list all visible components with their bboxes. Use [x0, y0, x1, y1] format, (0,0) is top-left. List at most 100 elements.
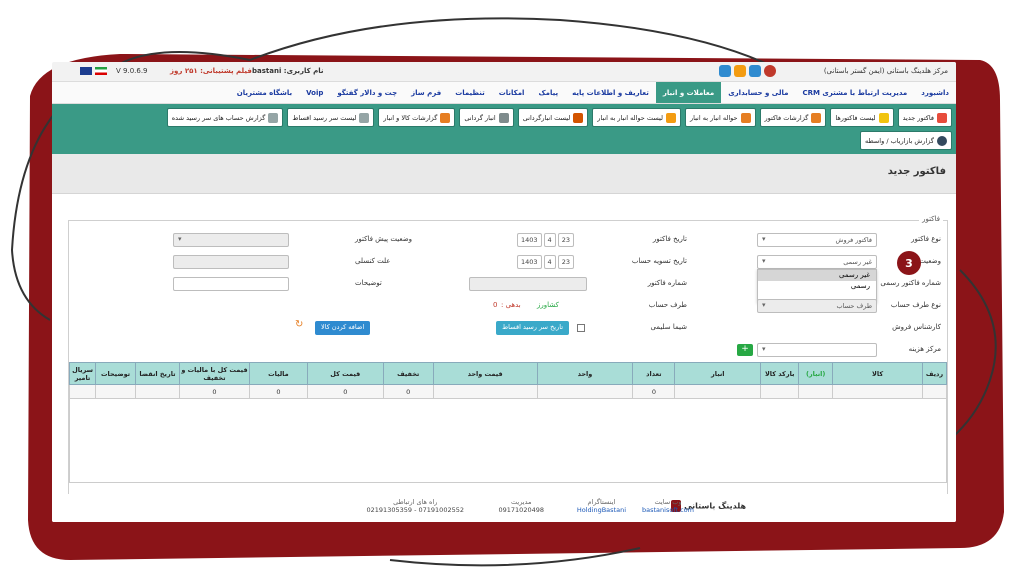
date-day[interactable]: 23 — [557, 233, 574, 247]
menu-voip[interactable]: Voip — [299, 82, 330, 103]
table-empty-area — [69, 398, 947, 483]
menu-dashboard[interactable]: داشبورد — [914, 82, 956, 103]
transfer-icon — [740, 112, 751, 123]
col-tax: مالیات — [248, 362, 308, 385]
installment-date-button[interactable]: تاریخ سر رسید اقساط — [496, 321, 569, 335]
menu-crm[interactable]: مدیریت ارتباط با مشتری CRM — [795, 82, 914, 103]
settle-date[interactable]: 1403 4 23 — [517, 255, 574, 269]
app-window: مرکز هلدینگ باستانی (ایمن گستر باستانی) … — [52, 62, 956, 522]
debt-label: بدهی : — [501, 301, 521, 309]
col-description: توضیحات — [95, 362, 137, 385]
box-icon — [573, 112, 584, 123]
language-flags[interactable] — [80, 67, 107, 75]
notification-icon[interactable] — [719, 65, 731, 77]
support-days[interactable]: فیلم پشتیبانی: ۲۵۱ روز — [170, 67, 252, 75]
col-quantity: تعداد — [632, 362, 676, 385]
tb-invoice-reports[interactable]: گزارشات فاکتور — [759, 108, 827, 127]
label-cost-center: مرکز هزینه — [908, 345, 941, 353]
total-tax: 0 — [248, 384, 308, 399]
label-cancel-reason: علت کنسلی — [355, 257, 391, 265]
inventory-icon — [498, 112, 509, 123]
col-barcode: بارکد کالا — [760, 362, 800, 385]
menu-trade-warehouse[interactable]: معاملات و انبار — [655, 82, 722, 103]
menu-customer-club[interactable]: باشگاه مشتریان — [230, 82, 299, 103]
menu-sms[interactable]: پیامک — [531, 82, 565, 103]
version: V 9.0.6.9 — [116, 67, 148, 75]
top-icons — [719, 65, 776, 77]
calendar-icon[interactable] — [734, 65, 746, 77]
total-price: 0 — [306, 384, 384, 399]
list-icon — [665, 112, 676, 123]
col-unit: واحد — [536, 362, 634, 385]
party-type-select[interactable]: طرف حساب — [757, 299, 877, 313]
description-field[interactable] — [173, 277, 289, 291]
debt-value: 0 — [493, 301, 498, 309]
label-party: طرف حساب — [648, 301, 687, 309]
document-icon — [268, 112, 279, 123]
date-month[interactable]: 4 — [543, 233, 556, 247]
settle-month[interactable]: 4 — [543, 255, 556, 269]
col-row: ردیف — [922, 362, 947, 385]
tb-invoice-list[interactable]: لیست فاکتورها — [830, 108, 894, 127]
cancel-reason-field — [173, 255, 289, 269]
items-table: ردیف کالا (انبار) بارکد کالا انبار تعداد… — [68, 362, 947, 483]
page-header: فاکتور جدید — [52, 154, 956, 194]
menu-finance[interactable]: مالی و حسابداری — [721, 82, 795, 103]
add-gift-goods-button[interactable]: اضافه کردن کالا — [315, 321, 371, 335]
footer-instagram: اینستاگرام HoldingBastani — [576, 498, 626, 514]
settle-day[interactable]: 23 — [557, 255, 574, 269]
step-marker: 3 — [897, 251, 921, 275]
uk-flag-icon[interactable] — [80, 67, 92, 75]
pre-invoice-status-select[interactable] — [173, 233, 289, 247]
tax-option-unofficial[interactable]: غیر رسمی — [758, 270, 876, 281]
menu-chat[interactable]: چت و دالار گفتگو — [330, 82, 404, 103]
invoice-icon — [937, 112, 947, 123]
toolbar-row-2: گزارش بازاریاب / واسطه — [56, 131, 952, 150]
menu-basic-info[interactable]: تعاریف و اطلاعات پایه — [565, 82, 656, 103]
tb-inventory-list[interactable]: لیست انبارگردانی — [517, 108, 589, 127]
tb-transfer-list[interactable]: لیست حواله انبار به انبار — [592, 108, 681, 127]
list-icon — [878, 112, 889, 123]
invoice-type-select[interactable]: فاکتور فروش — [757, 233, 877, 247]
label-party-type: نوع طرف حساب — [890, 301, 941, 309]
col-total: قیمت کل — [306, 362, 384, 385]
cost-center-select[interactable] — [757, 343, 877, 357]
tb-marketer-report[interactable]: گزارش بازاریاب / واسطه — [860, 131, 952, 150]
tax-option-official[interactable]: رسمی — [758, 281, 876, 292]
menu-features[interactable]: امکانات — [492, 82, 532, 103]
tb-inventory[interactable]: انبار گردانی — [459, 108, 514, 127]
col-goods-warehouse: (انبار) — [798, 362, 834, 385]
table-header-row: ردیف کالا (انبار) بارکد کالا انبار تعداد… — [68, 362, 947, 385]
settle-year[interactable]: 1403 — [517, 255, 542, 269]
chat-icon[interactable] — [749, 65, 761, 77]
company-name: مرکز هلدینگ باستانی (ایمن گستر باستانی) — [823, 67, 948, 75]
report-icon — [811, 112, 822, 123]
tb-installments-list[interactable]: لیست سر رسید اقساط — [287, 108, 375, 127]
col-warehouse: انبار — [674, 362, 762, 385]
total-quantity: 0 — [632, 384, 676, 399]
add-cost-center-button[interactable]: + — [737, 344, 753, 356]
power-icon[interactable] — [764, 65, 776, 77]
invoice-number-field — [469, 277, 587, 291]
label-pre-invoice-status: وضعیت پیش فاکتور — [355, 235, 413, 243]
invoice-date[interactable]: 1403 4 23 — [517, 233, 574, 247]
footer: هلدینگ باستانی وب سایت bastanisoft.com ا… — [52, 494, 956, 522]
menu-form-builder[interactable]: فرم ساز — [404, 82, 448, 103]
tb-due-accounts-report[interactable]: گزارش حساب های سر رسید شده — [166, 108, 284, 127]
col-serial: سریال تامیر — [68, 362, 97, 385]
footer-contact: راه های ارتباطی 07191002552 - 0219130535… — [366, 498, 464, 514]
tb-warehouse-transfer[interactable]: حواله انبار به انبار — [684, 108, 756, 127]
footer-management: مدیریت 09171020498 — [498, 498, 545, 514]
gift-icon[interactable]: ↻ — [295, 319, 303, 330]
top-bar: مرکز هلدینگ باستانی (ایمن گستر باستانی) … — [52, 62, 956, 82]
username: نام کاربری: bastani — [252, 67, 324, 75]
menu-settings[interactable]: تنظیمات — [448, 82, 492, 103]
tb-new-invoice[interactable]: فاکتور جدید — [897, 108, 952, 127]
tax-status-select[interactable]: غیر رسمی — [757, 255, 877, 269]
iran-flag-icon[interactable] — [95, 67, 107, 75]
total-discount: 0 — [382, 384, 434, 399]
tb-goods-reports[interactable]: گزارشات کالا و انبار — [378, 108, 456, 127]
tax-status-dropdown: غیر رسمی رسمی — [757, 269, 877, 303]
date-year[interactable]: 1403 — [517, 233, 542, 247]
installment-checkbox[interactable] — [577, 324, 585, 332]
